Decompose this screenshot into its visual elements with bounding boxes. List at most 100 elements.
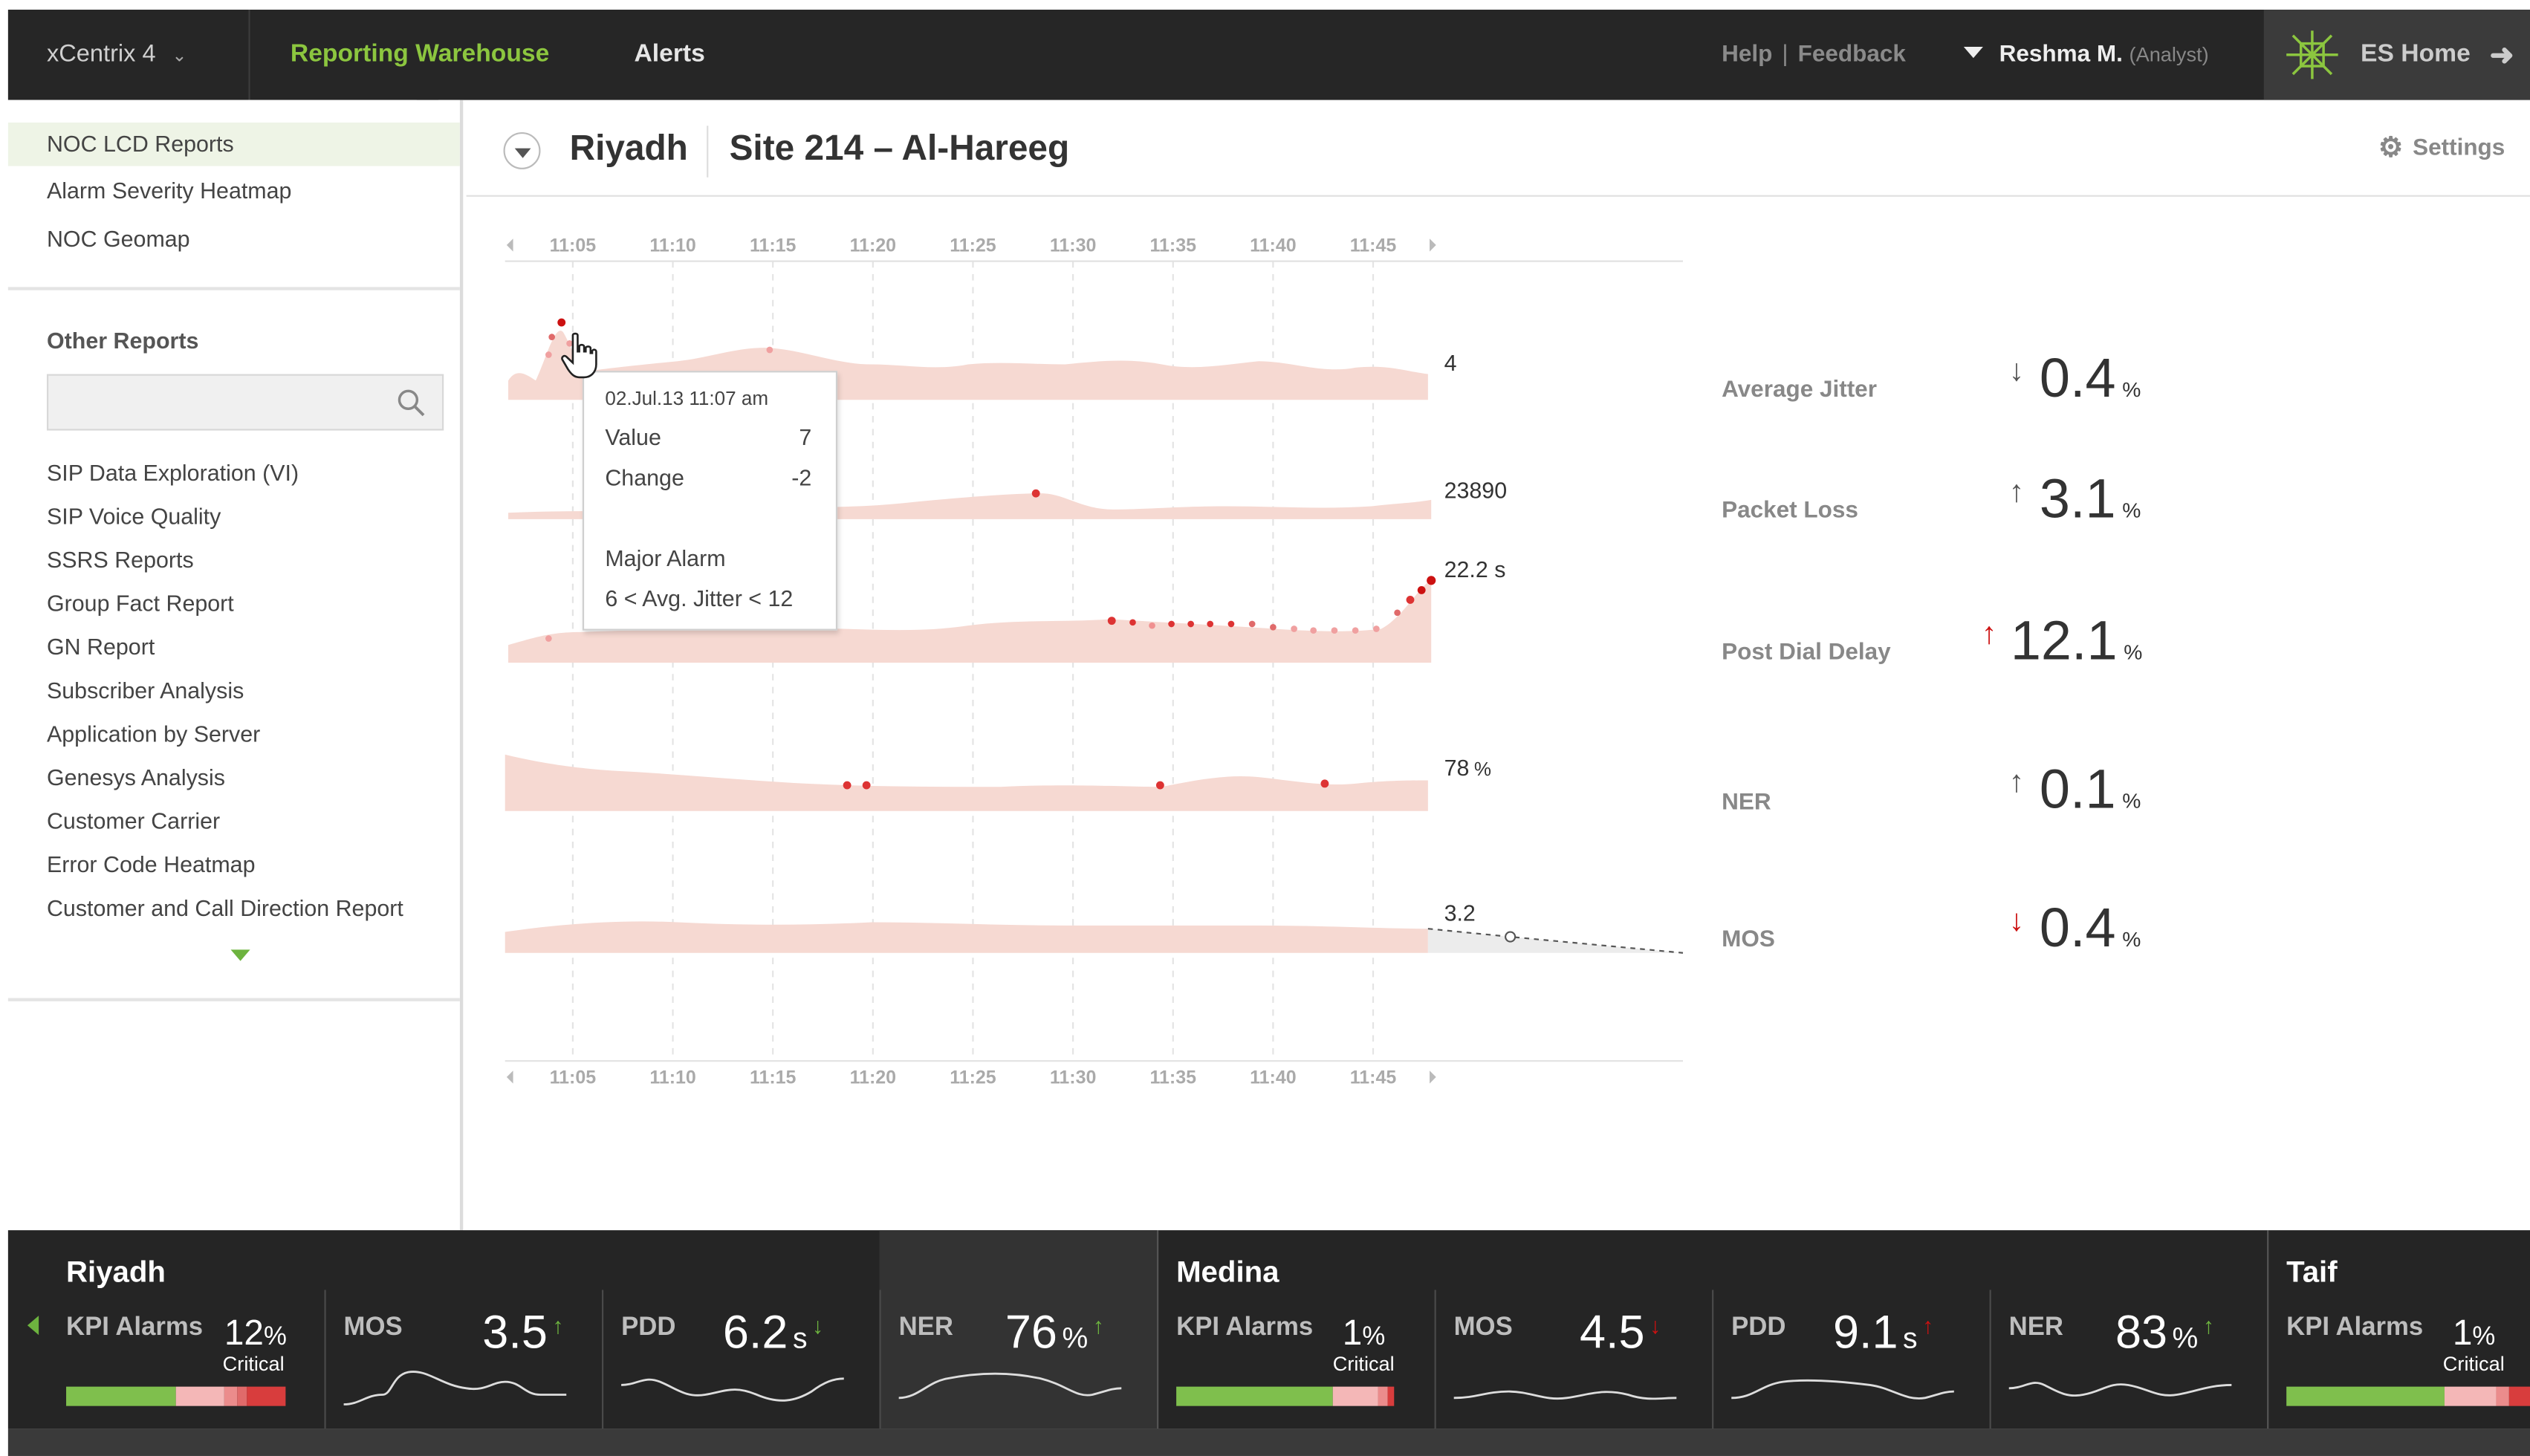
ner-number: 83 [2115, 1307, 2168, 1359]
time-tick-label: 11:45 [1350, 1067, 1397, 1088]
alarm-dot [1270, 623, 1277, 631]
series-end-value: 23890 [1444, 477, 1508, 504]
alarm-dot [1417, 585, 1426, 594]
arrow-up-icon: ↑ [2202, 1312, 2215, 1339]
time-tick-label: 11:30 [1050, 235, 1096, 256]
time-tick-label: 11:35 [1150, 235, 1197, 256]
alarm-dot [1168, 620, 1175, 628]
kpi-number: 0.1 [2039, 759, 2116, 821]
alarm-dot [1207, 620, 1214, 628]
kpi-value: 3.1% [2040, 469, 2141, 533]
time-tick-label: 11:35 [1150, 1067, 1197, 1088]
kpi-alarm-bar [1176, 1386, 1395, 1406]
time-tick-label: 11:20 [850, 1067, 896, 1088]
kpi-number: 0.4 [2039, 348, 2116, 410]
ner-sparkline [2008, 1382, 2232, 1397]
mos-value: 4.5 ↓ [1580, 1307, 1661, 1361]
time-tick-label: 11:25 [950, 1067, 996, 1088]
time-tick-label: 11:15 [750, 235, 797, 256]
riyadh-ner[interactable]: NER 76% ↑ [879, 1230, 1158, 1429]
kpi-alarms-value: 12% [224, 1313, 287, 1354]
kpi-alarms-value: 1% [1343, 1313, 1386, 1354]
region-name-riyadh: Riyadh [66, 1254, 166, 1289]
medina-mos[interactable]: MOS 4.5 ↓ [1434, 1230, 1713, 1429]
time-tick-label: 11:20 [850, 235, 896, 256]
ner-label: NER [898, 1313, 953, 1342]
mos-number: 4.5 [1579, 1307, 1645, 1359]
alarm-dot [1227, 620, 1235, 628]
pdd-sparkline [1731, 1379, 1954, 1400]
kpi-alarm-bar [2286, 1386, 2530, 1406]
kpi-number: 0.4 [2039, 897, 2116, 960]
region-name-taif: Taif [2286, 1254, 2338, 1289]
series-end-value: 78 [1444, 754, 1470, 781]
kpi-alarms-number: 12 [224, 1312, 265, 1353]
alarm-dot [545, 635, 552, 642]
taif-kpi-alarms[interactable]: Taif KPI Alarms 1% Critical [2267, 1230, 2530, 1429]
pdd-unit: s [792, 1322, 808, 1355]
medina-kpi-alarms[interactable]: Medina KPI Alarms 1% Critical [1157, 1230, 1435, 1429]
riyadh-mos[interactable]: MOS 3.5 ↑ [324, 1230, 602, 1429]
time-tick-label: 11:30 [1050, 1067, 1096, 1088]
series-end-label: 22.2 s [1444, 556, 1506, 582]
alarm-dot [1149, 622, 1155, 629]
critical-label: Critical [2442, 1353, 2505, 1376]
cell-divider [602, 1290, 604, 1429]
kpi-name: MOS [1722, 927, 1775, 953]
arrow-up-icon: ↑ [2008, 765, 2025, 800]
alarm-dot [1310, 627, 1317, 634]
kpi-unit: % [2122, 498, 2141, 523]
alarm-dot [1129, 619, 1136, 626]
arrow-up-icon: ↑ [1981, 617, 1997, 651]
pdd-label: PDD [621, 1313, 676, 1342]
cell-divider [1712, 1290, 1714, 1429]
alarm-dot [1248, 620, 1256, 628]
mos-label: MOS [1453, 1313, 1513, 1342]
series-end-label: 3.2 [1444, 900, 1476, 926]
alarm-dot [862, 781, 871, 790]
riyadh-kpi-alarms[interactable]: Riyadh KPI Alarms 12% Critical [8, 1230, 325, 1429]
medina-pdd[interactable]: PDD 9.1 s ↑ [1712, 1230, 1990, 1429]
mos-label: MOS [343, 1313, 403, 1342]
tooltip-alarm: Major Alarm [605, 545, 726, 571]
alarm-dot [1406, 595, 1415, 604]
alarm-dot [1427, 576, 1436, 585]
arrow-down-icon: ↓ [2008, 904, 2025, 939]
arrow-up-icon: ↑ [1922, 1312, 1934, 1339]
kpi-value: 0.1% [2040, 759, 2141, 822]
kpi-value: 0.4% [2040, 348, 2141, 412]
time-tick-label: 11:10 [649, 1067, 695, 1088]
time-tick-label: 11:40 [1250, 1067, 1296, 1088]
pdd-unit: s [1903, 1322, 1918, 1355]
kpi-unit: % [2122, 927, 2141, 952]
tooltip-value-row: Value 7 [605, 424, 811, 450]
series-end-label: 4 [1444, 350, 1457, 376]
kpi-name: NER [1722, 790, 1771, 816]
pdd-label: PDD [1731, 1313, 1786, 1342]
time-tick-label: 11:45 [1350, 235, 1397, 256]
pdd-number: 6.2 [722, 1307, 788, 1359]
alarm-dot [1320, 779, 1329, 788]
kpi-alarms-number: 1 [2452, 1312, 2473, 1353]
alarm-dot [1373, 625, 1380, 632]
tooltip-value-label: Value [605, 423, 661, 450]
arrow-up-icon: ↑ [2008, 475, 2025, 510]
chart-tooltip: 02.Jul.13 11:07 am Value 7 Change -2 Major… [582, 371, 838, 631]
medina-ner[interactable]: NER 83% ↑ [1989, 1230, 2268, 1429]
region-divider [2267, 1230, 2269, 1429]
kpi-name: Post Dial Delay [1722, 640, 1891, 666]
series-end-value: 4 [1444, 349, 1457, 376]
tooltip-change-label: Change [605, 464, 684, 490]
cell-divider [1989, 1290, 1991, 1429]
alarm-dot [1187, 620, 1194, 628]
time-tick-label: 11:15 [750, 1067, 797, 1088]
riyadh-pdd[interactable]: PDD 6.2 s ↓ [602, 1230, 880, 1429]
arrow-down-icon: ↓ [812, 1312, 824, 1339]
region-summary-strip: Riyadh KPI Alarms 12% Critical MOS 3.5 ↑ … [7, 1230, 2530, 1429]
kpi-alarms-unit: % [1362, 1323, 1386, 1351]
cell-divider [879, 1290, 881, 1429]
ner-value: 83% ↑ [2115, 1307, 2214, 1361]
time-tick-label: 11:05 [550, 1067, 597, 1088]
cell-divider [1434, 1290, 1436, 1429]
axis-scroll-left-icon [506, 238, 513, 252]
